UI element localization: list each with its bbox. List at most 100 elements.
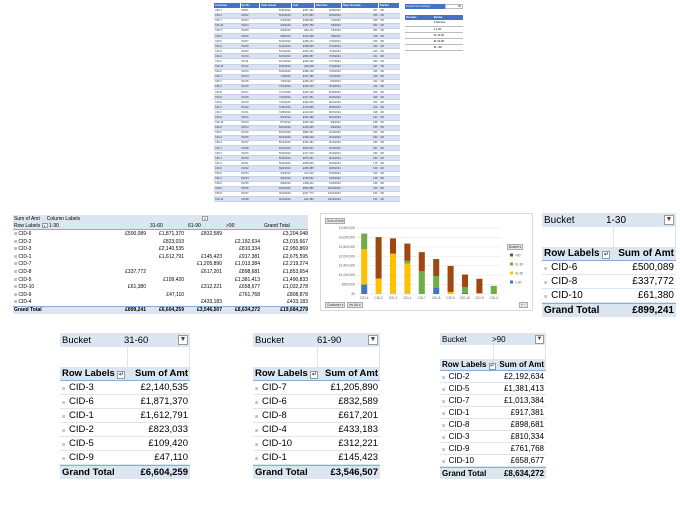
expand-icon[interactable]: ⊞: [14, 261, 17, 266]
expand-icon[interactable]: ⊞: [442, 399, 445, 404]
x-tick-label: CID-4: [490, 296, 499, 300]
grand-total-row: Grand Total £3,546,507: [253, 465, 380, 479]
filter-icon[interactable]: ▼: [535, 334, 544, 344]
pivot-cell: £337,772: [125, 268, 146, 275]
header-row: Row Labels ↵ Sum of Amt: [542, 247, 676, 261]
amount-value: £312,221: [338, 438, 378, 449]
expand-icon[interactable]: ⊞: [544, 280, 547, 285]
data-table-cell[interactable]: 9/13/2024: [259, 196, 292, 203]
sort-icon[interactable]: ↵: [310, 371, 319, 379]
customer-label: CID-8: [551, 276, 578, 287]
expand-icon[interactable]: ⊞: [14, 254, 17, 259]
expand-icon[interactable]: ⊞: [442, 423, 445, 428]
data-table-cell[interactable]: 151: [341, 196, 379, 203]
amount-value: £658,677: [510, 456, 544, 465]
inv-no-field-button[interactable]: Inv No ▾: [347, 302, 363, 308]
expand-icon[interactable]: ⊞: [255, 386, 258, 391]
expand-icon[interactable]: ⊞: [442, 375, 445, 380]
column-filter-dropdown[interactable]: ▾: [202, 215, 208, 221]
expand-icon[interactable]: ⊞: [14, 246, 17, 251]
filter-label: Bucket: [255, 334, 285, 346]
expand-icon[interactable]: ⊞: [442, 387, 445, 392]
expand-collapse-button[interactable]: + −: [519, 302, 528, 308]
expand-icon[interactable]: ⊞: [255, 414, 258, 419]
lookup-cell[interactable]: [405, 44, 433, 51]
pivot-cell: £1,381,413: [234, 276, 260, 283]
sort-icon[interactable]: ↵: [117, 371, 126, 379]
expand-icon[interactable]: ⊞: [14, 239, 17, 244]
filter-icon[interactable]: ▼: [664, 215, 674, 225]
expand-icon[interactable]: ⊞: [14, 284, 17, 289]
customer-label: CID-3: [448, 432, 470, 441]
pivot-chart[interactable]: Sum of Amt £0 £500,000 £1,000,000 £1,500,00…: [320, 213, 533, 311]
pivot-cell: £823,033: [163, 238, 184, 245]
data-table-cell[interactable]: >90: [378, 196, 400, 203]
lookup-cell[interactable]: 91 >90: [432, 44, 463, 51]
pivot-row-label: CID-7: [18, 261, 32, 268]
expand-icon[interactable]: ⊞: [62, 414, 65, 419]
header-row: Row Labels ↵ Sum of Amt: [440, 359, 546, 371]
data-table-cell[interactable]: INV38: [240, 196, 260, 203]
amount-value: £823,033: [148, 424, 188, 435]
data-table-cell[interactable]: CID-10: [214, 196, 241, 203]
bucket-legend-button[interactable]: Bucket ▾: [507, 244, 524, 250]
pivot-cell: £1,612,791: [158, 253, 184, 260]
blank-row: [440, 345, 546, 359]
expand-icon[interactable]: ⊞: [14, 269, 17, 274]
expand-icon[interactable]: ⊞: [442, 459, 445, 464]
sort-icon[interactable]: ↵: [488, 362, 496, 370]
bar-cid-4-61-90: [490, 285, 497, 294]
customer-label: CID-10: [262, 438, 293, 449]
bar-cid-6-31-60: [361, 249, 368, 285]
pivot-row: ⊞ CID-6 £832,589: [253, 395, 380, 409]
pivot-cell: £2,219,274: [282, 261, 308, 268]
sort-icon[interactable]: ↵: [602, 251, 611, 259]
pivot-cell: £312,221: [201, 284, 222, 291]
col-header-31-60: 31-60: [150, 222, 163, 229]
invoice-terms-input[interactable]: 30: [445, 4, 463, 9]
pivot-bucket-31-60: Bucket 31-60 ▼ Row Labels ↵ Sum of Amt ⊞ CID-…: [60, 333, 190, 479]
expand-icon[interactable]: ⊞: [62, 456, 65, 461]
expand-icon[interactable]: ⊞: [544, 294, 547, 299]
pivot-cell: £917,381: [239, 253, 260, 260]
data-table-cell[interactable]: £61,380: [291, 196, 315, 203]
x-tick-label: CID-7: [418, 296, 427, 300]
expand-icon[interactable]: ⊞: [442, 447, 445, 452]
filter-icon[interactable]: ▼: [178, 335, 188, 345]
x-tick-label: CID-8: [432, 296, 441, 300]
row-filter-dropdown[interactable]: ▾: [41, 223, 48, 229]
customer-label: CID-9: [448, 444, 470, 453]
expand-icon[interactable]: ⊞: [14, 299, 17, 304]
pivot-cell: £2,140,535: [158, 246, 184, 253]
expand-icon[interactable]: ⊞: [255, 400, 258, 405]
pivot-row-label: CID-1: [18, 253, 32, 260]
customer-field-button[interactable]: Customer ▾: [325, 302, 346, 308]
filter-value: >90: [492, 334, 506, 344]
y-tick-label: £0: [351, 292, 355, 296]
expand-icon[interactable]: ⊞: [14, 292, 17, 297]
expand-icon[interactable]: ⊞: [255, 456, 258, 461]
amount-value: £1,612,791: [140, 410, 188, 421]
expand-icon[interactable]: ⊞: [442, 411, 445, 416]
y-tick-label: £1,000,000: [339, 273, 355, 277]
expand-icon[interactable]: ⊞: [62, 386, 65, 391]
expand-icon[interactable]: ⊞: [255, 428, 258, 433]
pivot-cell: £433,183: [201, 299, 222, 306]
amount-value: £433,183: [338, 424, 378, 435]
expand-icon[interactable]: ⊞: [544, 266, 547, 271]
expand-icon[interactable]: ⊞: [62, 400, 65, 405]
expand-icon[interactable]: ⊞: [62, 442, 65, 447]
amount-value: £2,140,535: [140, 382, 188, 393]
expand-icon[interactable]: ⊞: [14, 277, 17, 282]
pivot-row: ⊞CID-10 £61,380 £312,221 £658,677 £1,032,278: [13, 283, 308, 291]
expand-icon[interactable]: ⊞: [255, 442, 258, 447]
y-tick-label: £500,000: [342, 283, 356, 287]
expand-icon[interactable]: ⊞: [62, 428, 65, 433]
pivot-cell: £832,589: [201, 230, 222, 237]
filter-icon[interactable]: ▼: [368, 335, 378, 345]
customer-label: CID-1: [69, 410, 94, 421]
data-table-cell[interactable]: 10/13/2024: [314, 196, 342, 203]
expand-icon[interactable]: ⊞: [442, 435, 445, 440]
amount-value: £898,681: [510, 420, 544, 429]
expand-icon[interactable]: ⊞: [14, 231, 17, 236]
